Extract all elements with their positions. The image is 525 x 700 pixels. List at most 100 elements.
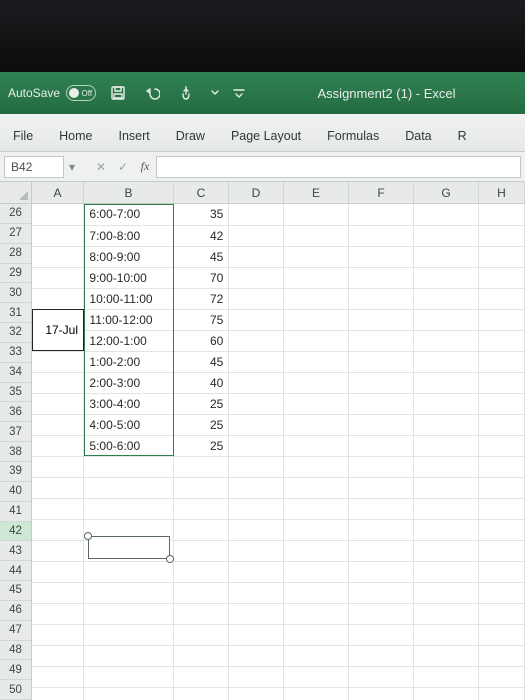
cell-C31[interactable]: 75	[174, 309, 229, 330]
cell-E43[interactable]	[284, 561, 349, 582]
cell-G43[interactable]	[414, 561, 479, 582]
row-header-49[interactable]: 49	[0, 660, 31, 680]
cell-D28[interactable]	[229, 246, 284, 267]
cell-E37[interactable]	[284, 435, 349, 456]
cell-G39[interactable]	[414, 477, 479, 498]
cell-E46[interactable]	[284, 624, 349, 645]
cell-G32[interactable]	[414, 330, 479, 351]
row-header-42[interactable]: 42	[0, 522, 31, 542]
cell-D31[interactable]	[229, 309, 284, 330]
cell-F36[interactable]	[349, 414, 414, 435]
cell-G33[interactable]	[414, 351, 479, 372]
cell-grid[interactable]: 6:00-7:00357:00-8:00428:00-9:00459:00-10…	[32, 204, 525, 700]
cell-H43[interactable]	[478, 561, 524, 582]
cell-H26[interactable]	[478, 204, 524, 225]
cell-A46[interactable]	[32, 624, 84, 645]
cell-D26[interactable]	[229, 204, 284, 225]
cell-F28[interactable]	[349, 246, 414, 267]
cell-F27[interactable]	[349, 225, 414, 246]
name-box[interactable]: B42	[4, 156, 64, 178]
cell-E48[interactable]	[284, 666, 349, 687]
cell-B35[interactable]: 3:00-4:00	[84, 393, 174, 414]
cell-D34[interactable]	[229, 372, 284, 393]
cell-B40[interactable]	[84, 498, 174, 519]
toggle-switch[interactable]: Off	[66, 85, 96, 101]
cell-F46[interactable]	[349, 624, 414, 645]
cell-F48[interactable]	[349, 666, 414, 687]
cell-H29[interactable]	[478, 267, 524, 288]
cell-F49[interactable]	[349, 687, 414, 700]
cell-A49[interactable]	[32, 687, 84, 700]
formula-enter-icon[interactable]: ✓	[112, 160, 134, 174]
cell-E34[interactable]	[284, 372, 349, 393]
cell-H44[interactable]	[478, 582, 524, 603]
cell-C40[interactable]	[174, 498, 229, 519]
cell-D29[interactable]	[229, 267, 284, 288]
row-header-27[interactable]: 27	[0, 224, 31, 244]
cell-E31[interactable]	[284, 309, 349, 330]
cell-H36[interactable]	[478, 414, 524, 435]
cell-C34[interactable]: 40	[174, 372, 229, 393]
cell-C38[interactable]	[174, 456, 229, 477]
cell-F47[interactable]	[349, 645, 414, 666]
cell-B36[interactable]: 4:00-5:00	[84, 414, 174, 435]
cell-D32[interactable]	[229, 330, 284, 351]
cell-C48[interactable]	[174, 666, 229, 687]
cell-F42[interactable]	[349, 540, 414, 561]
cell-B34[interactable]: 2:00-3:00	[84, 372, 174, 393]
cell-D35[interactable]	[229, 393, 284, 414]
row-header-50[interactable]: 50	[0, 680, 31, 700]
cell-D39[interactable]	[229, 477, 284, 498]
cell-B44[interactable]	[84, 582, 174, 603]
column-header-H[interactable]: H	[479, 182, 525, 203]
cell-H38[interactable]	[478, 456, 524, 477]
cell-G37[interactable]	[414, 435, 479, 456]
cell-D38[interactable]	[229, 456, 284, 477]
save-icon[interactable]	[106, 81, 130, 105]
row-header-30[interactable]: 30	[0, 283, 31, 303]
shape-handle-left[interactable]	[84, 532, 92, 540]
cell-H48[interactable]	[478, 666, 524, 687]
cell-C37[interactable]: 25	[174, 435, 229, 456]
cell-G29[interactable]	[414, 267, 479, 288]
cell-A42[interactable]	[32, 540, 84, 561]
tab-page-layout[interactable]: Page Layout	[218, 119, 314, 151]
cell-A39[interactable]	[32, 477, 84, 498]
row-header-48[interactable]: 48	[0, 641, 31, 661]
row-header-39[interactable]: 39	[0, 462, 31, 482]
cell-A27[interactable]	[32, 225, 84, 246]
row-header-41[interactable]: 41	[0, 502, 31, 522]
cell-C45[interactable]	[174, 603, 229, 624]
cell-G41[interactable]	[414, 519, 479, 540]
cell-G42[interactable]	[414, 540, 479, 561]
cell-H47[interactable]	[478, 645, 524, 666]
cell-C27[interactable]: 42	[174, 225, 229, 246]
column-header-D[interactable]: D	[229, 182, 284, 203]
cell-H41[interactable]	[478, 519, 524, 540]
cell-E38[interactable]	[284, 456, 349, 477]
cell-B29[interactable]: 9:00-10:00	[84, 267, 174, 288]
cell-D45[interactable]	[229, 603, 284, 624]
cell-E47[interactable]	[284, 645, 349, 666]
cell-E40[interactable]	[284, 498, 349, 519]
cell-D49[interactable]	[229, 687, 284, 700]
cell-E45[interactable]	[284, 603, 349, 624]
cell-C44[interactable]	[174, 582, 229, 603]
cell-F29[interactable]	[349, 267, 414, 288]
cell-D40[interactable]	[229, 498, 284, 519]
cell-A45[interactable]	[32, 603, 84, 624]
cell-C42[interactable]	[174, 540, 229, 561]
cell-D30[interactable]	[229, 288, 284, 309]
row-header-46[interactable]: 46	[0, 601, 31, 621]
cell-B31[interactable]: 11:00-12:00	[84, 309, 174, 330]
cell-G45[interactable]	[414, 603, 479, 624]
cell-C32[interactable]: 60	[174, 330, 229, 351]
cell-A37[interactable]	[32, 435, 84, 456]
cell-E42[interactable]	[284, 540, 349, 561]
cell-F39[interactable]	[349, 477, 414, 498]
column-header-E[interactable]: E	[284, 182, 349, 203]
cell-E41[interactable]	[284, 519, 349, 540]
cell-D46[interactable]	[229, 624, 284, 645]
cell-F33[interactable]	[349, 351, 414, 372]
cell-A29[interactable]	[32, 267, 84, 288]
